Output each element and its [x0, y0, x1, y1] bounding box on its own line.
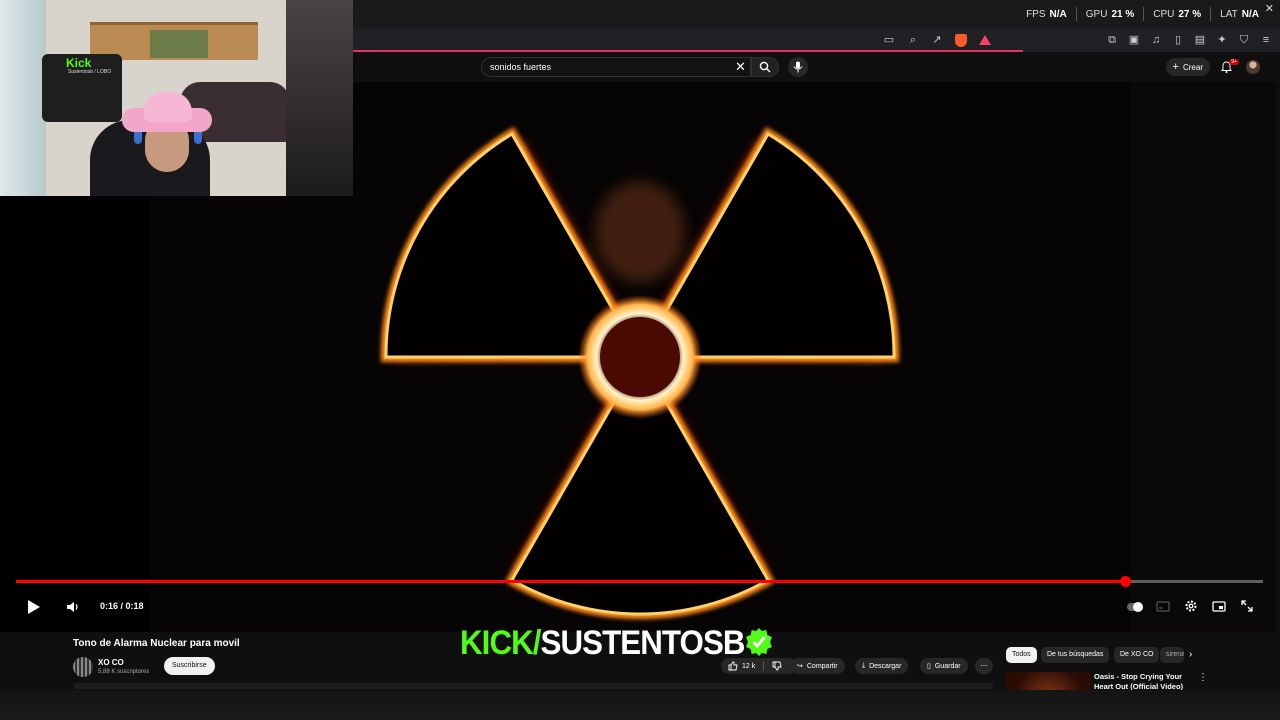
webcam-pink-hat-crown: [144, 92, 192, 122]
performance-overlay: FPS N/A GPU 21 % CPU 27 % LAT N/A ✕: [353, 0, 1280, 28]
recommendation-title[interactable]: Oasis - Stop Crying Your Heart Out (Offi…: [1094, 672, 1194, 692]
tab-search-icon[interactable]: ▣: [1128, 34, 1140, 46]
cast-icon[interactable]: ▭: [883, 34, 895, 46]
more-dots-icon: ⋯: [980, 663, 988, 670]
time-display: 0:16 / 0:18: [100, 601, 144, 611]
fps-value: N/A: [1049, 8, 1067, 20]
search-button[interactable]: [751, 57, 779, 77]
fps-label: FPS: [1026, 8, 1046, 20]
fps-stat: FPS N/A: [1017, 7, 1076, 21]
notification-badge: 9+: [1229, 59, 1239, 65]
channel-name[interactable]: XO CO: [98, 658, 124, 667]
recommendation-more-icon[interactable]: ⋮: [1198, 672, 1208, 683]
chip-from-your-searches[interactable]: De tus búsquedas: [1041, 647, 1110, 663]
zoom-icon[interactable]: ⌕: [907, 34, 919, 46]
like-dislike-group: 12 k: [721, 658, 797, 674]
seek-bar-handle[interactable]: [1119, 576, 1131, 587]
chip-sirenas[interactable]: sirenas: [1160, 647, 1184, 663]
gpu-stat: GPU 21 %: [1075, 7, 1143, 21]
sidebar-icon[interactable]: ▯: [1172, 34, 1184, 46]
create-button[interactable]: + Crear: [1165, 58, 1210, 76]
gpu-value: 21 %: [1111, 8, 1135, 20]
lat-label: LAT: [1220, 8, 1238, 20]
fullscreen-icon[interactable]: [1240, 599, 1254, 613]
chip-all[interactable]: Todos: [1006, 647, 1037, 663]
clear-search-icon[interactable]: ✕: [735, 60, 746, 74]
download-icon: ⤓: [862, 662, 866, 669]
webcam-overlay: Kick Sustentosb / LOBO: [0, 0, 353, 196]
search-input[interactable]: [490, 62, 742, 72]
like-count: 12 k: [742, 662, 756, 670]
brave-shield-icon[interactable]: [955, 33, 967, 47]
brave-rewards-icon[interactable]: [979, 35, 991, 45]
like-icon[interactable]: [728, 661, 738, 671]
menu-icon[interactable]: ≡: [1260, 34, 1272, 46]
volume-icon[interactable]: [66, 600, 80, 614]
miniplayer-icon[interactable]: [1212, 599, 1226, 613]
plus-icon: +: [1172, 61, 1179, 73]
cpu-stat: CPU 27 %: [1143, 7, 1210, 21]
create-label: Crear: [1182, 62, 1203, 72]
vpn-icon[interactable]: ⛉: [1238, 34, 1250, 46]
chip-from-channel[interactable]: De XO CO: [1114, 647, 1160, 663]
cpu-value: 27 %: [1178, 8, 1202, 20]
description-box[interactable]: [73, 683, 993, 689]
kick-slash: /: [532, 624, 542, 662]
share-label: Compartir: [806, 662, 838, 670]
like-divider: [763, 661, 765, 671]
account-avatar[interactable]: [1246, 60, 1260, 74]
subtitles-icon[interactable]: [1156, 599, 1170, 613]
video-title: Tono de Alarma Nuclear para movil: [73, 638, 240, 649]
browser-toolbar: ▭ ⌕ ↗ ⧉ ▣ ♫ ▯ ▤ ✦ ⛉ ≡: [353, 28, 1280, 52]
leo-icon[interactable]: ✦: [1216, 34, 1228, 46]
youtube-header: ✕ +Crear 9+: [353, 52, 1280, 82]
webcam-shelf-items: [150, 30, 208, 58]
wallet-icon[interactable]: ▤: [1194, 34, 1206, 46]
save-button[interactable]: ▯ Guardar: [920, 658, 968, 674]
seek-bar-played: [16, 580, 1125, 583]
share-page-icon[interactable]: ↗: [931, 34, 943, 46]
webcam-right-shadow: [286, 0, 353, 196]
video-details: Tono de Alarma Nuclear para movil XO CO …: [0, 624, 1280, 720]
bookmark-icon: ▯: [927, 663, 931, 670]
webcam-shirt-logo: Kick: [66, 56, 92, 70]
chevron-right-icon[interactable]: ›: [1189, 649, 1192, 660]
subscriber-count: 5,88 K suscriptores: [98, 669, 150, 675]
microphone-icon: [793, 61, 803, 73]
radiation-symbol-frame: [380, 127, 900, 619]
share-button[interactable]: ↪ Compartir: [790, 658, 845, 674]
taskbar-strip: [0, 690, 1280, 720]
lat-stat: LAT N/A: [1210, 7, 1268, 21]
kick-streamer-name: SUSTENTOSB: [540, 624, 746, 662]
autoplay-toggle[interactable]: [1127, 602, 1143, 612]
lat-value: N/A: [1241, 8, 1259, 20]
more-actions-button[interactable]: ⋯: [975, 658, 993, 674]
download-label: Descargar: [869, 662, 902, 670]
cpu-label: CPU: [1153, 8, 1175, 20]
verified-badge-icon: [746, 628, 773, 656]
seek-bar[interactable]: [16, 576, 1263, 587]
kick-text: KICK: [460, 624, 534, 662]
dislike-icon[interactable]: [772, 661, 782, 671]
search-box[interactable]: [481, 57, 751, 77]
voice-search-button[interactable]: [788, 57, 808, 77]
channel-avatar[interactable]: [73, 657, 93, 677]
search-icon: [759, 61, 771, 73]
webcam-shirt-caption: Sustentosb / LOBO: [68, 69, 112, 75]
player-controls: 0:16 / 0:18: [0, 596, 1276, 618]
music-icon[interactable]: ♫: [1150, 34, 1162, 46]
extensions-icon[interactable]: ⧉: [1106, 34, 1118, 46]
webcam-window-blinds: [0, 0, 46, 196]
gpu-label: GPU: [1085, 8, 1108, 20]
settings-gear-icon[interactable]: [1184, 599, 1198, 613]
close-icon[interactable]: ✕: [1265, 2, 1274, 15]
play-button[interactable]: [28, 600, 40, 614]
save-label: Guardar: [934, 662, 961, 670]
download-button[interactable]: ⤓ Descargar: [855, 658, 909, 674]
share-icon: ↪: [797, 663, 803, 670]
subscribe-button[interactable]: Suscribirse: [164, 657, 215, 675]
